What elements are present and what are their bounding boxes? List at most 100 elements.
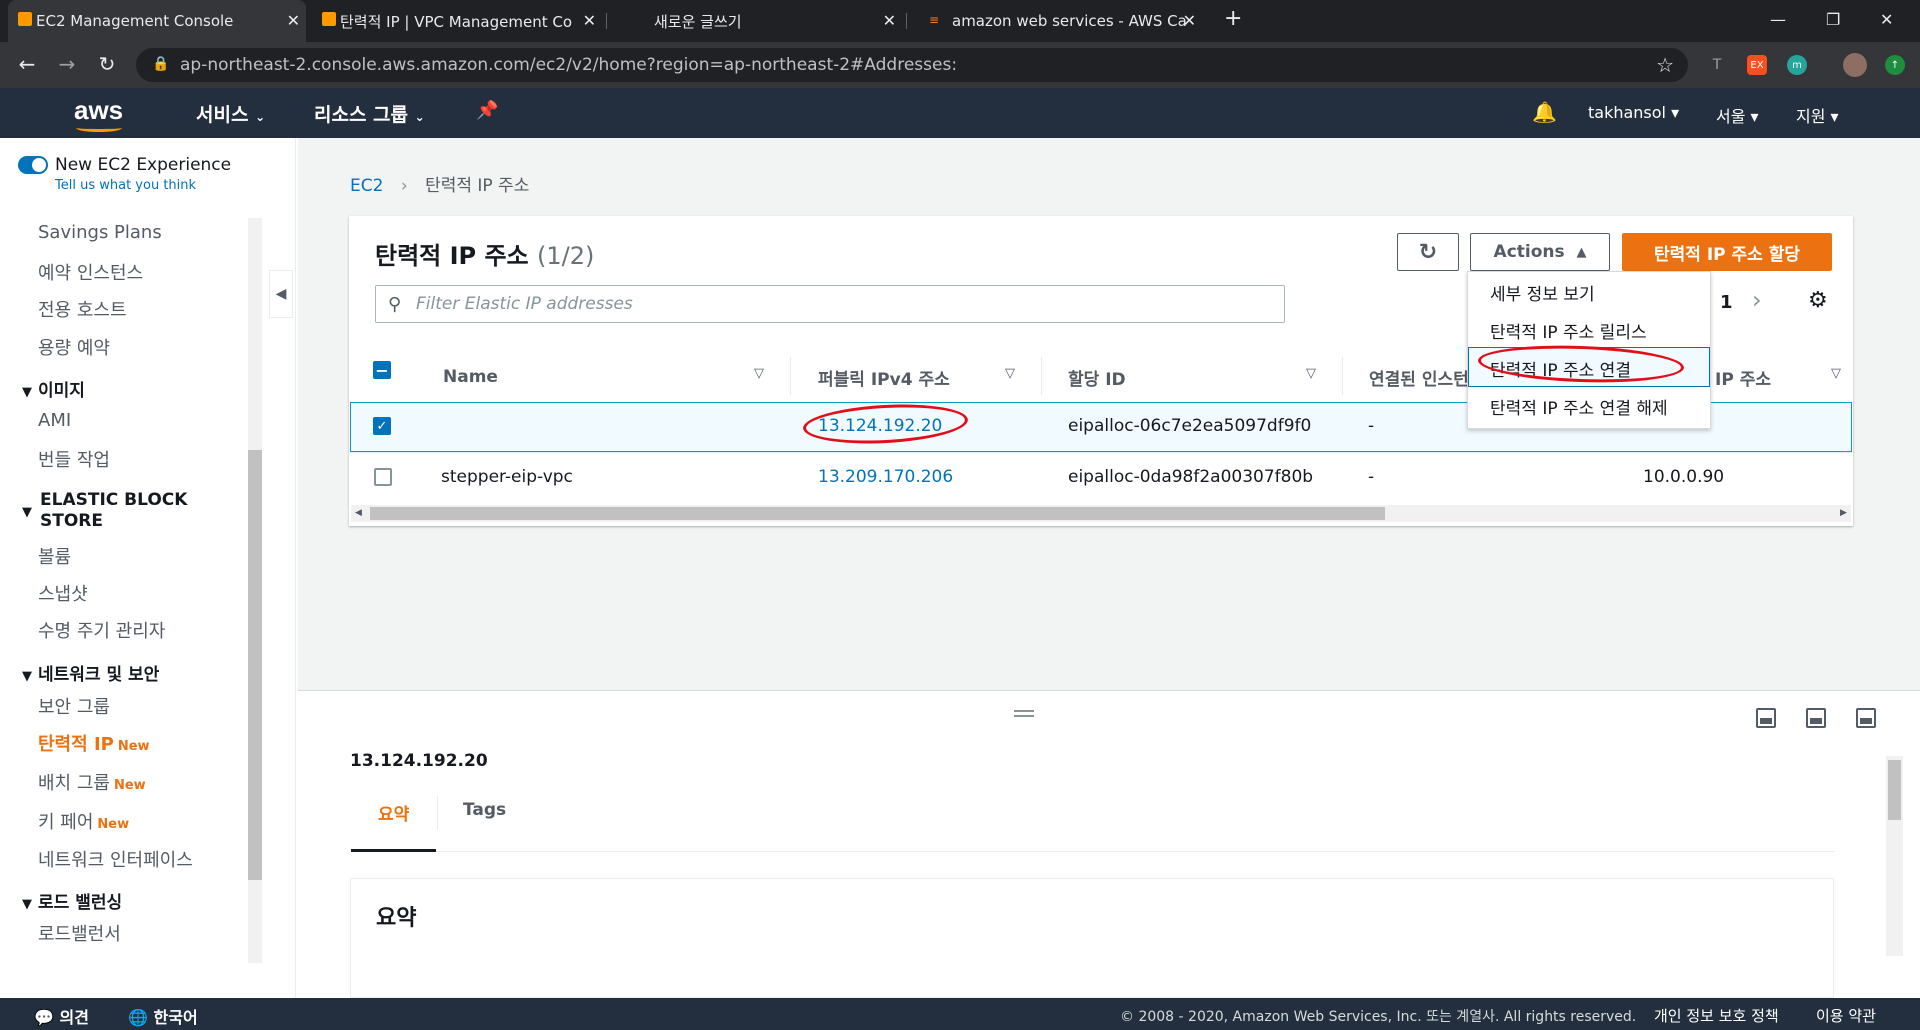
support-menu[interactable]: 지원 ▾ <box>1796 103 1839 127</box>
tab-title: EC2 Management Console <box>36 12 234 30</box>
sidebar-scroll-thumb[interactable] <box>248 450 262 880</box>
new-badge: New <box>97 817 130 832</box>
reload-icon[interactable]: ↻ <box>94 52 120 76</box>
menu-item-view-details[interactable]: 세부 정보 보기 <box>1490 280 1595 305</box>
tab-summary[interactable]: 요약 <box>378 800 409 825</box>
filter-search-input[interactable]: ⚲ Filter Elastic IP addresses <box>375 285 1285 323</box>
sidebar-item-dedicated-hosts[interactable]: 전용 호스트 <box>38 296 127 322</box>
terms-link[interactable]: 이용 약관 <box>1816 1005 1876 1026</box>
region-menu[interactable]: 서울 ▾ <box>1716 103 1759 127</box>
row-name: stepper-eip-vpc <box>441 467 573 487</box>
row-checkbox[interactable] <box>374 468 392 486</box>
sidebar-item-savings-plans[interactable]: Savings Plans <box>38 222 162 243</box>
sort-icon[interactable]: ▽ <box>1306 366 1316 381</box>
scroll-right-icon[interactable]: ▶ <box>1840 508 1847 518</box>
tab-ec2-console[interactable]: EC2 Management Console ✕ <box>8 0 306 42</box>
sort-icon[interactable]: ▽ <box>754 366 764 381</box>
console-footer: 💬 의견 🌐 한국어 © 2008 - 2020, Amazon Web Ser… <box>0 998 1920 1030</box>
feedback-button[interactable]: 💬 의견 <box>34 1004 89 1028</box>
sidebar-item-elastic-ips[interactable]: 탄력적 IP New <box>38 730 150 756</box>
close-tab-icon[interactable]: ✕ <box>883 11 896 30</box>
bookmark-star-icon[interactable]: ☆ <box>1656 53 1674 77</box>
privacy-policy-link[interactable]: 개인 정보 보호 정책 <box>1654 1005 1779 1026</box>
sort-icon[interactable]: ▽ <box>1831 366 1841 381</box>
tab-tags[interactable]: Tags <box>463 800 506 820</box>
sidebar-section-load-balancing[interactable]: ▼ 로드 밸런싱 <box>22 888 122 913</box>
sidebar-item-ami[interactable]: AMI <box>38 410 71 431</box>
update-arrow-icon[interactable]: ↑ <box>1885 55 1905 75</box>
aws-logo[interactable]: aws <box>74 95 123 126</box>
address-bar[interactable]: 🔒 ap-northeast-2.console.aws.amazon.com/… <box>136 48 1688 82</box>
actions-button[interactable]: Actions ▲ <box>1470 233 1610 271</box>
sidebar-item-volumes[interactable]: 볼륨 <box>38 543 71 569</box>
sidebar-item-lifecycle-manager[interactable]: 수명 주기 관리자 <box>38 617 165 643</box>
sidebar-item-capacity-reservations[interactable]: 용량 예약 <box>38 334 110 360</box>
restore-icon[interactable]: ❐ <box>1826 10 1840 29</box>
next-page-icon[interactable]: › <box>1752 286 1762 314</box>
column-header-name[interactable]: Name <box>443 350 498 404</box>
close-tab-icon[interactable]: ✕ <box>583 11 596 30</box>
ex-extension-icon[interactable]: EX <box>1747 55 1767 75</box>
minimize-icon[interactable]: — <box>1770 10 1786 29</box>
allocate-elastic-ip-button[interactable]: 탄력적 IP 주소 할당 <box>1622 233 1832 271</box>
row-checkbox[interactable]: ✓ <box>373 417 391 435</box>
row-public-ip-link[interactable]: 13.209.170.206 <box>818 467 953 487</box>
bell-icon[interactable]: 🔔 <box>1532 100 1557 124</box>
forward-icon[interactable]: → <box>54 52 80 76</box>
column-header-associated-instance[interactable]: 연결된 인스턴 <box>1369 350 1469 404</box>
pin-icon[interactable]: 📌 <box>476 100 498 121</box>
column-header-public-ip[interactable]: 퍼블릭 IPv4 주소 <box>818 350 950 404</box>
breadcrumb-ec2-link[interactable]: EC2 <box>350 176 383 196</box>
sidebar-item-reserved-instances[interactable]: 예약 인스턴스 <box>38 259 143 285</box>
details-scroll-thumb[interactable] <box>1888 760 1901 820</box>
sidebar-item-snapshots[interactable]: 스냅샷 <box>38 580 88 606</box>
column-header-allocation-id[interactable]: 할당 ID <box>1068 350 1126 404</box>
aws-top-nav: aws 서비스 ⌄ 리소스 그룹 ⌄ 📌 🔔 takhansol ▾ 서울 ▾ … <box>0 88 1920 138</box>
sidebar-item-network-interfaces[interactable]: 네트워크 인터페이스 <box>38 846 193 872</box>
back-icon[interactable]: ← <box>14 52 40 76</box>
close-window-icon[interactable]: ✕ <box>1880 10 1893 29</box>
table-scroll-thumb[interactable] <box>370 507 1385 520</box>
row-allocation-id: eipalloc-06c7e2ea5097df9f0 <box>1068 416 1312 436</box>
language-selector[interactable]: 🌐 한국어 <box>128 1004 198 1028</box>
gear-icon[interactable]: ⚙ <box>1808 288 1828 313</box>
new-tab-button[interactable]: + <box>1224 6 1242 31</box>
m-extension-icon[interactable]: m <box>1787 55 1807 75</box>
close-tab-icon[interactable]: ✕ <box>287 11 300 30</box>
tab-vpc-console[interactable]: 탄력적 IP | VPC Management Co ✕ <box>312 0 602 42</box>
sidebar-item-load-balancers[interactable]: 로드밸런서 <box>38 920 121 946</box>
scroll-left-icon[interactable]: ◀ <box>355 508 362 518</box>
resource-groups-menu[interactable]: 리소스 그룹 ⌄ <box>314 100 425 127</box>
aws-logo-smile <box>76 124 122 132</box>
sidebar-item-key-pairs[interactable]: 키 페어 New <box>38 808 129 834</box>
panel-bottom-icon[interactable] <box>1756 708 1776 728</box>
tab-new-post[interactable]: 새로운 글쓰기 ✕ <box>612 0 902 42</box>
feedback-link[interactable]: Tell us what you think <box>55 178 196 193</box>
column-header-private-ip[interactable]: IP 주소 <box>1715 350 1771 404</box>
collapse-sidebar-button[interactable]: ◀ <box>269 270 293 318</box>
sidebar-item-bundle-tasks[interactable]: 번들 작업 <box>38 446 110 472</box>
menu-item-release-ip[interactable]: 탄력적 IP 주소 릴리스 <box>1490 318 1647 343</box>
sidebar-item-security-groups[interactable]: 보안 그룹 <box>38 693 110 719</box>
sidebar-section-network-security[interactable]: ▼ 네트워크 및 보안 <box>22 660 159 685</box>
refresh-button[interactable]: ↻ <box>1397 233 1459 271</box>
browser-tab-strip: EC2 Management Console ✕ 탄력적 IP | VPC Ma… <box>0 0 1920 42</box>
sidebar-section-images[interactable]: ▼ 이미지 <box>22 376 85 401</box>
account-menu[interactable]: takhansol ▾ <box>1588 103 1679 122</box>
select-all-checkbox[interactable]: − <box>373 361 391 380</box>
new-experience-toggle[interactable] <box>18 156 48 174</box>
profile-avatar[interactable] <box>1843 53 1867 77</box>
sidebar-section-ebs[interactable]: ▼ ELASTIC BLOCK STORE <box>22 490 212 532</box>
page-number[interactable]: 1 <box>1720 292 1733 313</box>
sort-icon[interactable]: ▽ <box>1005 366 1015 381</box>
resize-handle[interactable] <box>1014 710 1034 717</box>
panel-full-icon[interactable] <box>1856 708 1876 728</box>
text-extension-icon[interactable]: T <box>1707 55 1727 75</box>
sidebar-item-placement-groups[interactable]: 배치 그룹 New <box>38 769 146 795</box>
tab-aws-search[interactable]: ≡ amazon web services - AWS Ca ✕ <box>912 0 1202 42</box>
services-menu[interactable]: 서비스 ⌄ <box>196 100 265 127</box>
breadcrumb: EC2 › 탄력적 IP 주소 <box>350 171 529 196</box>
panel-side-icon[interactable] <box>1806 708 1826 728</box>
close-tab-icon[interactable]: ✕ <box>1183 11 1196 30</box>
menu-item-disassociate-ip[interactable]: 탄력적 IP 주소 연결 해제 <box>1490 394 1668 419</box>
